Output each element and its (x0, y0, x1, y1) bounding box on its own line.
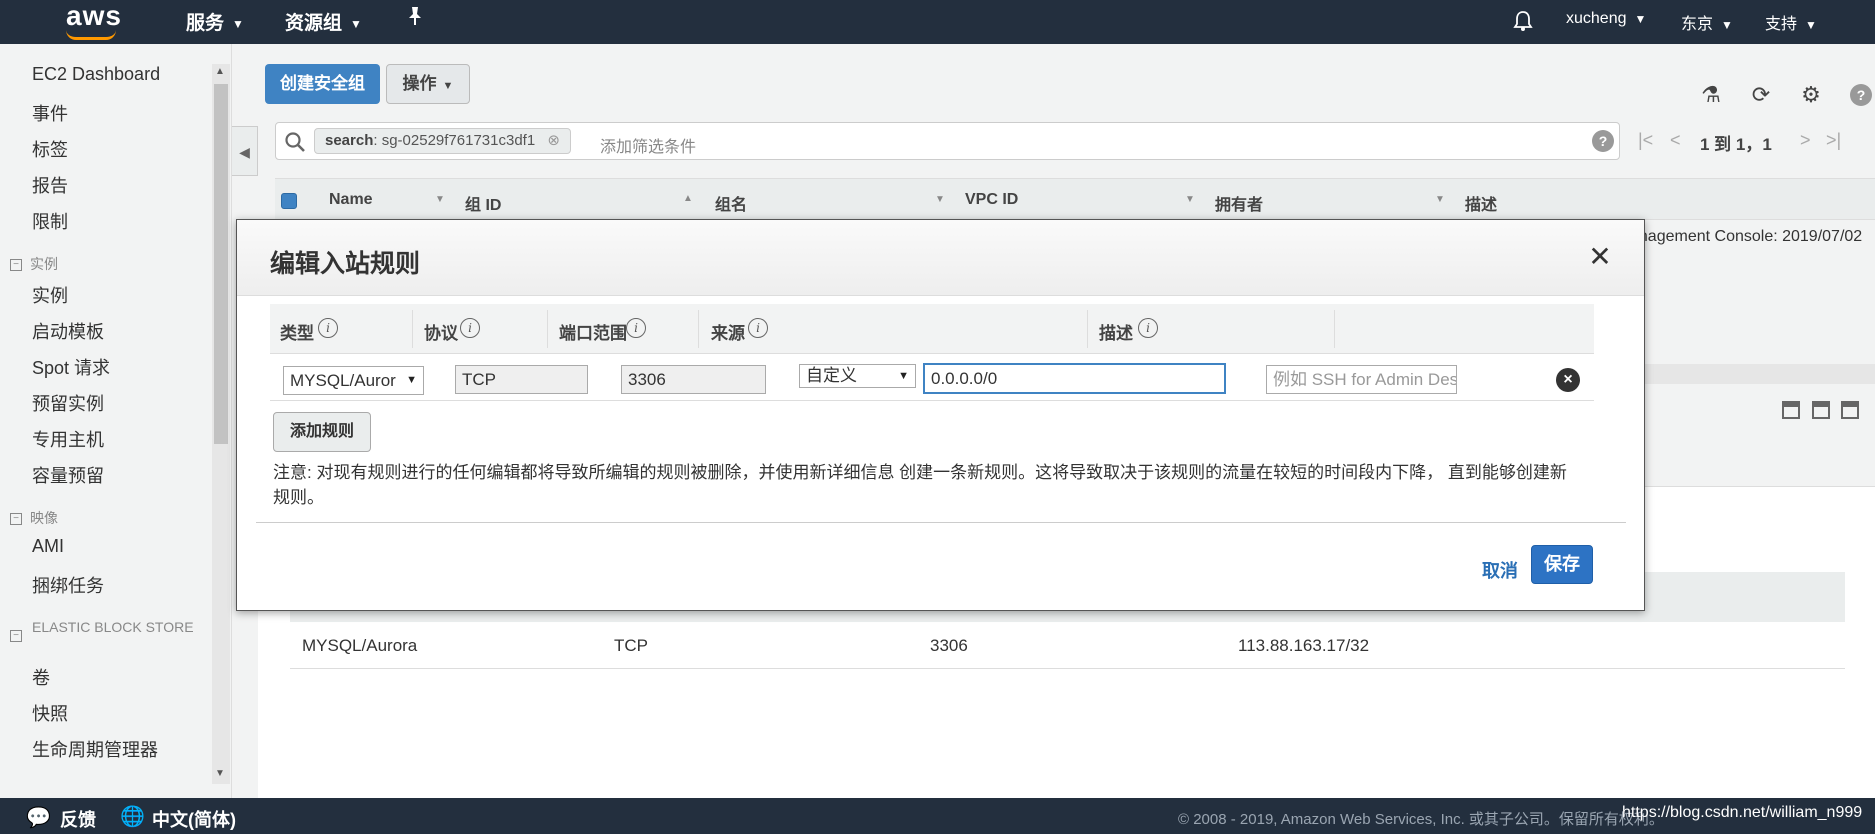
column-header-description: 描述 (1099, 324, 1133, 343)
rule-type-value: MYSQL/Auror (290, 371, 396, 390)
source-cidr-input[interactable]: 0.0.0.0/0 (923, 363, 1226, 394)
rule-type-select[interactable]: MYSQL/Auror ▼ (283, 366, 424, 395)
dialog-title: 编辑入站规则 (270, 250, 421, 278)
divider (270, 400, 1594, 401)
rules-table-header: 类型 i 协议 i 端口范围 i 来源 i 描述 i (270, 304, 1594, 354)
info-icon[interactable]: i (318, 318, 338, 338)
info-icon[interactable]: i (748, 318, 768, 338)
column-header-type: 类型 (280, 324, 314, 343)
chevron-down-icon: ▼ (898, 370, 909, 382)
port-range-field: 3306 (621, 365, 766, 394)
rule-description-input[interactable]: 例如 SSH for Admin Desktop (1266, 365, 1457, 394)
close-icon[interactable]: ✕ (1585, 242, 1615, 272)
column-header-protocol: 协议 (424, 324, 458, 343)
divider (412, 310, 413, 348)
dialog-header: 编辑入站规则 ✕ (237, 220, 1644, 296)
protocol-field: TCP (455, 365, 588, 394)
add-rule-button[interactable]: 添加规则 (273, 412, 371, 452)
save-button[interactable]: 保存 (1531, 545, 1593, 584)
divider (1087, 310, 1088, 348)
warning-note: 注意: 对现有规则进行的任何编辑都将导致所编辑的规则被删除，并使用新详细信息 创… (273, 463, 1567, 507)
column-header-port-range: 端口范围 (559, 324, 627, 343)
divider (698, 310, 699, 348)
divider (1334, 310, 1335, 348)
source-mode-select[interactable]: 自定义 ▼ (799, 364, 916, 388)
source-mode-value: 自定义 (806, 366, 857, 385)
info-icon[interactable]: i (460, 318, 480, 338)
column-header-source: 来源 (711, 324, 745, 343)
edit-inbound-rules-dialog: 编辑入站规则 ✕ 类型 i 协议 i 端口范围 i 来源 i 描述 i MYSQ… (236, 219, 1645, 611)
cancel-button[interactable]: 取消 (1482, 557, 1518, 583)
divider (547, 310, 548, 348)
divider (256, 522, 1626, 523)
chevron-down-icon: ▼ (406, 374, 417, 386)
info-icon[interactable]: i (626, 318, 646, 338)
info-icon[interactable]: i (1138, 318, 1158, 338)
remove-rule-icon[interactable]: × (1556, 368, 1580, 392)
